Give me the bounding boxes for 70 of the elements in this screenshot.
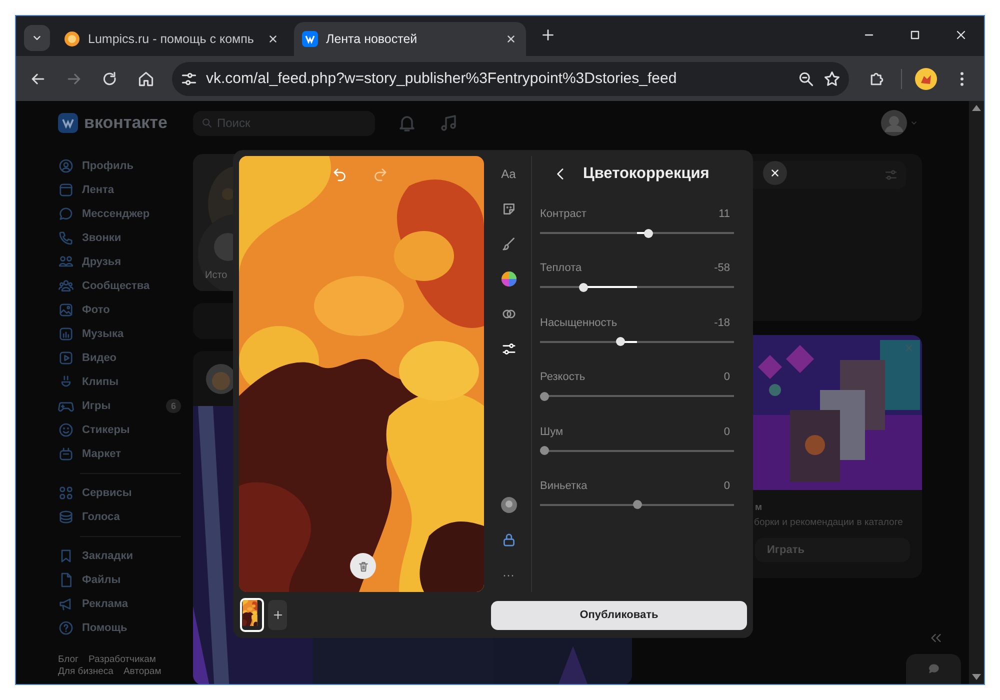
zoom-out-icon[interactable]: [797, 70, 815, 88]
color-wheel-icon[interactable]: [500, 270, 516, 286]
sidebar-link[interactable]: Видео: [82, 352, 193, 364]
reload-icon[interactable]: [101, 70, 119, 88]
sidebar-link[interactable]: Помощь: [82, 622, 193, 634]
chat-button[interactable]: [906, 654, 961, 684]
logo-icon[interactable]: [58, 113, 78, 133]
sidebar-link[interactable]: Закладки: [82, 550, 193, 562]
slider-value: 0: [724, 371, 730, 386]
sidebar-link[interactable]: Файлы: [82, 574, 193, 586]
sidebar-link[interactable]: Реклама: [82, 598, 193, 610]
slider-thumb[interactable]: [644, 228, 653, 238]
slider-thumb[interactable]: [632, 500, 642, 510]
brush-icon[interactable]: [500, 236, 516, 252]
sidebar-link[interactable]: Маркет: [82, 448, 193, 460]
sliders-icon[interactable]: [500, 340, 516, 356]
star-icon[interactable]: [823, 70, 841, 88]
footer-link[interactable]: Блог: [58, 654, 79, 665]
browser-tab[interactable]: Lumpics.ru - помощь с компь: [56, 22, 288, 56]
sidebar-link[interactable]: Фото: [82, 304, 193, 316]
game-description: борки и рекомендации в каталоге: [753, 516, 904, 528]
slider-label: Теплота: [540, 262, 582, 276]
tab-title: Lumpics.ru - помощь с компь: [88, 32, 255, 46]
tab-title: Лента новостей: [326, 32, 418, 46]
logo-icon: [302, 31, 318, 47]
game-title: м: [754, 501, 764, 513]
sidebar-link[interactable]: Мессенджер: [82, 208, 193, 220]
slider-thumb[interactable]: [578, 282, 588, 292]
chat-bubble-icon: [926, 662, 940, 676]
panel-title: Цветокоррекция: [583, 165, 710, 183]
slider-value: 11: [718, 208, 730, 222]
sidebar-link[interactable]: Голоса: [82, 511, 193, 523]
sticker-icon[interactable]: [500, 200, 516, 216]
scroll-up-icon[interactable]: [972, 105, 981, 111]
footer-link[interactable]: Разработчикам: [88, 654, 156, 665]
sidebar-link[interactable]: Звонки: [82, 232, 193, 244]
slider[interactable]: [540, 395, 734, 398]
slider-value: 0: [724, 480, 730, 494]
sidebar-link[interactable]: Лента: [82, 184, 193, 196]
sidebar-link[interactable]: Друзья: [82, 256, 193, 268]
maximize-icon[interactable]: [908, 28, 922, 42]
slider-value: -58: [714, 262, 730, 276]
text-tool[interactable]: Aa: [501, 166, 516, 180]
home-icon[interactable]: [137, 70, 155, 88]
sidebar-link[interactable]: Музыка: [82, 328, 193, 340]
slider-thumb[interactable]: [616, 337, 625, 346]
slider-thumb[interactable]: [540, 392, 549, 401]
search-icon: [201, 116, 213, 128]
avatar-icon[interactable]: [915, 68, 937, 90]
sidebar-link[interactable]: Сервисы: [82, 487, 193, 499]
sidebar-link[interactable]: Стикеры: [82, 424, 193, 436]
slider[interactable]: [540, 340, 734, 343]
footer-link[interactable]: Авторам: [123, 666, 162, 677]
slider-label: Насыщенность: [540, 316, 618, 331]
slider-value: -18: [714, 316, 730, 331]
sidebar-link[interactable]: Профиль: [82, 160, 193, 172]
browser-tab[interactable]: Лента новостей: [294, 22, 526, 56]
sidebar-link[interactable]: Игры: [82, 400, 158, 412]
sidebar-link[interactable]: Клипы: [82, 376, 193, 388]
logo-text[interactable]: вконтакте: [84, 113, 168, 133]
close-icon[interactable]: [954, 28, 968, 42]
double-chevron-left-icon: [929, 631, 943, 645]
new-tab-icon[interactable]: [540, 27, 556, 43]
slider-value: 0: [724, 426, 730, 440]
site-icon: [64, 31, 80, 47]
slider-label: Резкость: [540, 371, 586, 386]
footer-link[interactable]: Для бизнеса: [58, 666, 114, 677]
sidebar-link[interactable]: Сообщества: [82, 280, 193, 292]
scroll-down-icon[interactable]: [972, 674, 981, 680]
slider-label: Контраст: [540, 208, 586, 222]
